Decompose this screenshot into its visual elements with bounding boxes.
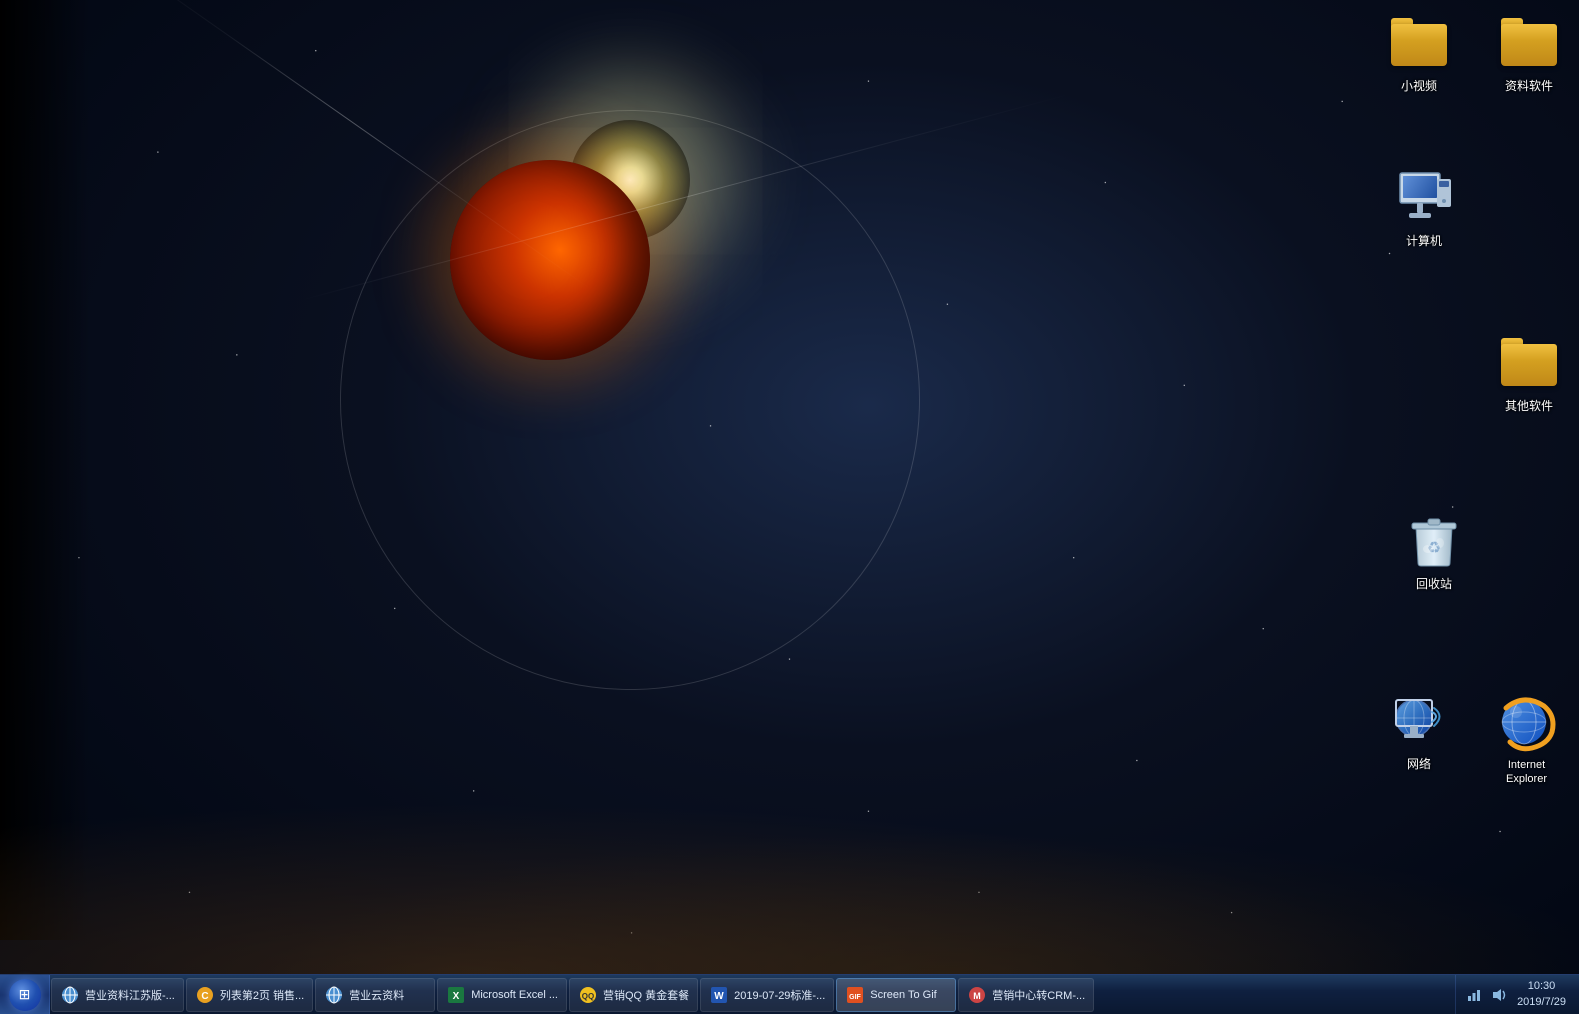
windows-logo-icon: ⊞ xyxy=(19,986,31,1003)
clock-time: 10:30 xyxy=(1517,979,1566,994)
taskbar-item-excel-icon: C xyxy=(195,985,215,1005)
computer-label: 计算机 xyxy=(1403,233,1445,251)
taskbar-item-qq-label: 营销QQ 黄金套餐 xyxy=(603,987,689,1003)
taskbar-items: 营业资料江苏版-... C 列表第2页 销售... xyxy=(50,975,1455,1014)
desktop-icon-computer[interactable]: 计算机 xyxy=(1384,165,1464,251)
taskbar-item-screentogif-label: Screen To Gif xyxy=(870,989,936,1001)
taskbar-item-word-label: 2019-07-29标准-... xyxy=(734,987,825,1003)
system-clock[interactable]: 10:30 2019/7/29 xyxy=(1512,979,1571,1010)
taskbar: ⊞ 营业资料江苏版-... xyxy=(0,974,1579,1014)
network-label: 网络 xyxy=(1404,756,1434,774)
taskbar-item-msexcel-label: Microsoft Excel ... xyxy=(471,989,558,1001)
desktop-icon-othersoftware[interactable]: 其他软件 xyxy=(1489,330,1569,416)
taskbar-item-yiye-icon xyxy=(60,985,80,1005)
taskbar-item-yingxiao-icon: M xyxy=(967,985,987,1005)
flare-line-1 xyxy=(104,0,596,293)
ie-label: Internet Explorer xyxy=(1484,757,1569,788)
desktop-icon-recycle[interactable]: ♻ 回收站 xyxy=(1394,508,1474,594)
taskbar-item-word-icon: W xyxy=(709,985,729,1005)
bottom-clouds xyxy=(0,774,1579,974)
othersoftware-label: 其他软件 xyxy=(1502,398,1556,416)
taskbar-item-excel-label: 列表第2页 销售... xyxy=(220,987,304,1003)
taskbar-item-word[interactable]: W 2019-07-29标准-... xyxy=(700,978,834,1012)
taskbar-item-yingxiao[interactable]: M 营销中心转CRM-... xyxy=(958,978,1094,1012)
resources-label: 资料软件 xyxy=(1502,78,1556,96)
othersoftware-icon xyxy=(1497,330,1561,394)
taskbar-item-yunziliao[interactable]: 营业云资料 xyxy=(315,978,435,1012)
svg-text:W: W xyxy=(714,991,724,1002)
taskbar-item-yingxiao-label: 营销中心转CRM-... xyxy=(992,987,1085,1003)
taskbar-item-yiye[interactable]: 营业资料江苏版-... xyxy=(51,978,184,1012)
taskbar-item-yunziliao-icon xyxy=(324,985,344,1005)
start-orb: ⊞ xyxy=(9,979,41,1011)
taskbar-item-excel[interactable]: C 列表第2页 销售... xyxy=(186,978,313,1012)
svg-text:M: M xyxy=(974,991,982,1001)
svg-text:X: X xyxy=(453,991,460,1002)
desktop-icon-xiaovideo[interactable]: 小视频 xyxy=(1379,10,1459,96)
desktop: 小视频 资料软件 xyxy=(0,0,1579,1014)
taskbar-item-yiye-label: 营业资料江苏版-... xyxy=(85,987,175,1003)
svg-text:C: C xyxy=(201,991,208,1002)
taskbar-item-qq[interactable]: QQ 营销QQ 黄金套餐 xyxy=(569,978,698,1012)
taskbar-item-yunziliao-label: 营业云资料 xyxy=(349,987,404,1003)
taskbar-item-msexcel[interactable]: X Microsoft Excel ... xyxy=(437,978,567,1012)
xiaovideo-label: 小视频 xyxy=(1398,78,1440,96)
desktop-icon-network[interactable]: 网络 xyxy=(1379,688,1459,774)
start-button[interactable]: ⊞ xyxy=(0,975,50,1014)
svg-text:GIF: GIF xyxy=(849,994,861,1001)
svg-text:QQ: QQ xyxy=(582,992,594,1001)
clock-date: 2019/7/29 xyxy=(1517,995,1566,1010)
tray-network-icon[interactable] xyxy=(1464,985,1484,1005)
desktop-icon-resources[interactable]: 资料软件 xyxy=(1489,10,1569,96)
system-tray: 10:30 2019/7/29 xyxy=(1455,975,1579,1014)
ie-icon xyxy=(1492,688,1562,753)
computer-icon xyxy=(1392,165,1456,229)
desktop-icon-ie[interactable]: Internet Explorer xyxy=(1484,688,1569,788)
tray-volume-icon[interactable] xyxy=(1488,985,1508,1005)
network-icon xyxy=(1387,688,1451,752)
recycle-label: 回收站 xyxy=(1413,576,1455,594)
resources-icon xyxy=(1497,10,1561,74)
xiaovideo-icon xyxy=(1387,10,1451,74)
recycle-icon: ♻ xyxy=(1402,508,1466,572)
taskbar-item-qq-icon: QQ xyxy=(578,985,598,1005)
taskbar-item-screentogif[interactable]: GIF Screen To Gif xyxy=(836,978,956,1012)
taskbar-item-screentogif-icon: GIF xyxy=(845,985,865,1005)
flare-line-2 xyxy=(300,93,1073,301)
taskbar-item-msexcel-icon: X xyxy=(446,985,466,1005)
